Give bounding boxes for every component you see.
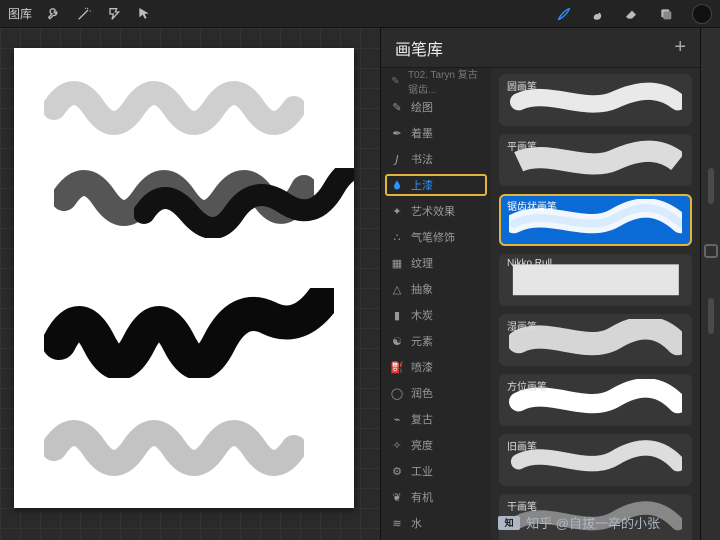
category-organic[interactable]: ❦ 有机: [381, 484, 491, 510]
brush-size-slider[interactable]: [708, 168, 714, 204]
top-toolbar: 图库: [0, 0, 720, 28]
circle-icon: ◯: [391, 387, 403, 399]
panel-header: 画笔库 +: [381, 28, 700, 68]
leaf-icon: ❦: [391, 491, 403, 503]
category-spraypaint[interactable]: ⛽ 喷漆: [381, 354, 491, 380]
category-touchup[interactable]: ◯ 润色: [381, 380, 491, 406]
category-list: ✎ T02. Taryn 复古锯齿... ✎ 绘图 ✒ 着墨 𝘑 书法: [381, 68, 491, 540]
brush-jagged[interactable]: 锯齿状画笔: [499, 194, 692, 246]
brush-flat[interactable]: 平画笔: [499, 134, 692, 186]
right-edge-controls: [700, 28, 720, 540]
brush-dry[interactable]: 干画笔: [499, 494, 692, 540]
brush-tool-icon[interactable]: [556, 6, 572, 22]
spray-icon: ∴: [391, 231, 403, 243]
pen-icon: ✒: [391, 127, 403, 139]
brush-orient[interactable]: 方位画笔: [499, 374, 692, 426]
recent-brush-row[interactable]: ✎ T02. Taryn 复古锯齿...: [381, 68, 491, 94]
category-sketch[interactable]: ✎ 绘图: [381, 94, 491, 120]
gallery-button[interactable]: 图库: [8, 5, 32, 22]
calli-icon: 𝘑: [391, 153, 403, 165]
brush-round[interactable]: 圆画笔: [499, 74, 692, 126]
opacity-slider[interactable]: [708, 298, 714, 334]
category-luminance[interactable]: ✧ 亮度: [381, 432, 491, 458]
yinyang-icon: ☯: [391, 335, 403, 347]
category-ink[interactable]: ✒ 着墨: [381, 120, 491, 146]
add-brush-button[interactable]: +: [674, 36, 686, 59]
category-abstract[interactable]: △ 抽象: [381, 276, 491, 302]
sparkle-icon: ✧: [391, 439, 403, 451]
canvas-area: [0, 28, 380, 540]
category-industrial[interactable]: ⚙ 工业: [381, 458, 491, 484]
triangle-icon: △: [391, 283, 403, 295]
category-calligraphy[interactable]: 𝘑 书法: [381, 146, 491, 172]
layers-icon[interactable]: [658, 6, 674, 22]
main-area: 画笔库 + ✎ T02. Taryn 复古锯齿... ✎ 绘图 ✒ 着墨: [0, 28, 720, 540]
wave-icon: ≋: [391, 517, 403, 529]
grid-icon: ▦: [391, 257, 403, 269]
can-icon: ⛽: [391, 361, 403, 373]
panel-title: 画笔库: [395, 36, 674, 60]
eraser-tool-icon[interactable]: [624, 6, 640, 22]
select-icon[interactable]: [106, 6, 122, 22]
brush-old[interactable]: 旧画笔: [499, 434, 692, 486]
recent-label: T02. Taryn 复古锯齿...: [408, 68, 481, 96]
charcoal-icon: ▮: [391, 309, 403, 321]
wrench-icon[interactable]: [46, 6, 62, 22]
brush-nikko[interactable]: Nikko Rull: [499, 254, 692, 306]
category-water[interactable]: ≋ 水: [381, 510, 491, 536]
retro-icon: ⌁: [391, 413, 403, 425]
category-retro[interactable]: ⌁ 复古: [381, 406, 491, 432]
category-elements[interactable]: ☯ 元素: [381, 328, 491, 354]
factory-icon: ⚙: [391, 465, 403, 477]
pencil-icon: ✎: [391, 101, 403, 113]
wand-icon[interactable]: [76, 6, 92, 22]
category-charcoal[interactable]: ▮ 木炭: [381, 302, 491, 328]
category-painting[interactable]: 上漆: [381, 172, 491, 198]
color-swatch[interactable]: [692, 4, 712, 24]
brush-library-panel: 画笔库 + ✎ T02. Taryn 复古锯齿... ✎ 绘图 ✒ 着墨: [380, 28, 700, 540]
drop-icon: [391, 179, 403, 191]
brush-list: 圆画笔 平画笔 锯齿状画笔: [491, 68, 700, 540]
cursor-icon[interactable]: [136, 6, 152, 22]
canvas[interactable]: [14, 48, 354, 508]
star-icon: ✦: [391, 205, 403, 217]
category-textures[interactable]: ▦ 纹理: [381, 250, 491, 276]
brush-wet[interactable]: 湿画笔: [499, 314, 692, 366]
modifier-button[interactable]: [704, 244, 718, 258]
smudge-tool-icon[interactable]: [590, 6, 606, 22]
category-artistic[interactable]: ✦ 艺术效果: [381, 198, 491, 224]
recent-icon: ✎: [391, 75, 400, 87]
category-airbrush[interactable]: ∴ 气笔修饰: [381, 224, 491, 250]
